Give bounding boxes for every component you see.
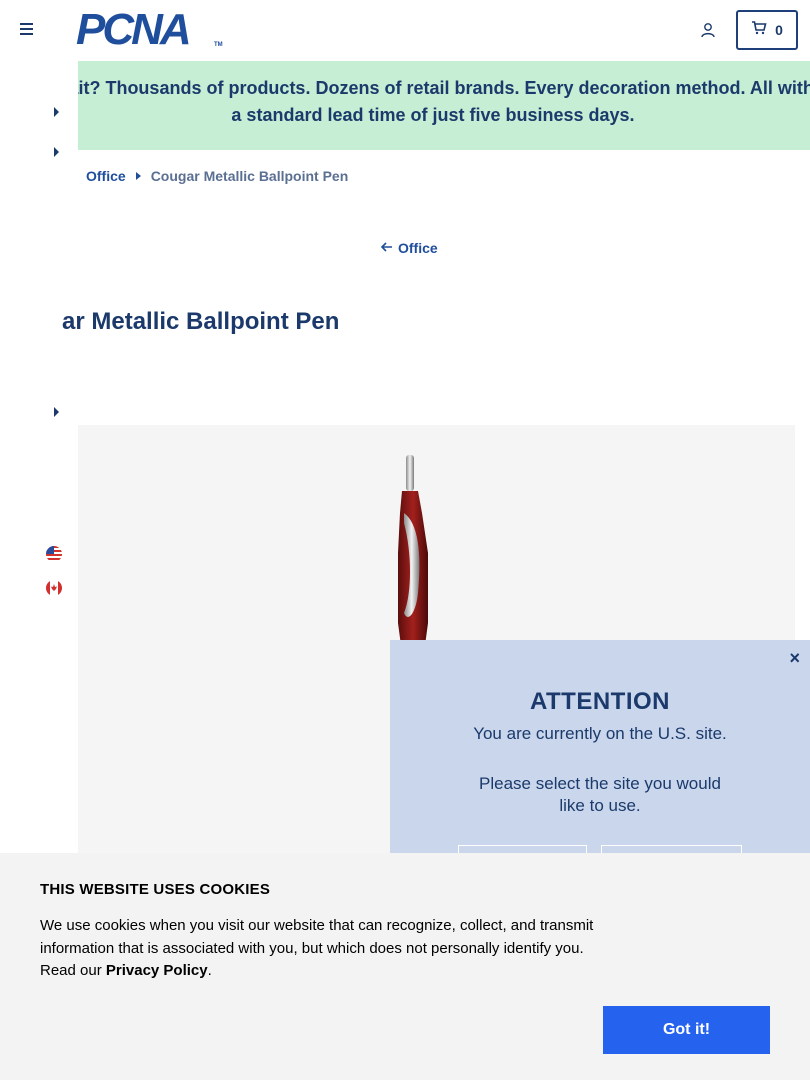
cart-count: 0: [775, 22, 783, 38]
canada-flag-icon[interactable]: [46, 580, 62, 596]
back-to-office-link[interactable]: Office: [380, 240, 438, 256]
cookie-text: We use cookies when you visit our websit…: [40, 915, 600, 983]
site-selection-dialog: × ATTENTION You are currently on the U.S…: [390, 640, 810, 853]
product-title: ar Metallic Ballpoint Pen: [62, 308, 340, 335]
caret-right-icon[interactable]: [54, 147, 59, 157]
back-link-label: Office: [398, 240, 438, 256]
privacy-policy-link[interactable]: Privacy Policy: [106, 962, 208, 979]
cart-icon: [751, 20, 767, 40]
breadcrumb-office-link[interactable]: Office: [86, 168, 126, 184]
cookie-banner: THIS WEBSITE USES COOKIES We use cookies…: [0, 853, 810, 1080]
attention-current-site-text: You are currently on the U.S. site.: [473, 724, 727, 743]
caret-right-icon[interactable]: [54, 407, 59, 417]
cookie-text-end: .: [207, 962, 212, 979]
pcna-logo[interactable]: PCNA: [76, 8, 192, 52]
side-navigation: [0, 61, 78, 853]
cookie-title: THIS WEBSITE USES COOKIES: [40, 881, 271, 898]
account-icon[interactable]: [700, 22, 716, 38]
attention-instruction-text: Please select the site you would like to…: [479, 774, 721, 815]
caret-right-icon[interactable]: [54, 107, 59, 117]
cart-button[interactable]: 0: [736, 10, 798, 50]
close-icon[interactable]: ×: [789, 648, 800, 669]
accept-cookies-button[interactable]: Got it!: [603, 1006, 770, 1054]
site-option-button[interactable]: [601, 845, 742, 853]
site-option-button[interactable]: [458, 845, 587, 853]
menu-icon[interactable]: [20, 23, 36, 37]
pen-image: [398, 455, 428, 668]
breadcrumb-separator-icon: [135, 172, 141, 180]
site-header: PCNA TM 0: [0, 0, 810, 61]
us-flag-icon[interactable]: [46, 546, 62, 562]
breadcrumb: Office Cougar Metallic Ballpoint Pen: [86, 168, 348, 184]
promo-banner-text: Wait? Thousands of products. Dozens of r…: [78, 78, 810, 125]
attention-title: ATTENTION: [529, 688, 671, 715]
logo-trademark: TM: [214, 42, 223, 48]
breadcrumb-current: Cougar Metallic Ballpoint Pen: [150, 168, 349, 184]
arrow-left-icon: [380, 240, 394, 256]
promo-banner: Wait? Thousands of products. Dozens of r…: [78, 61, 810, 150]
